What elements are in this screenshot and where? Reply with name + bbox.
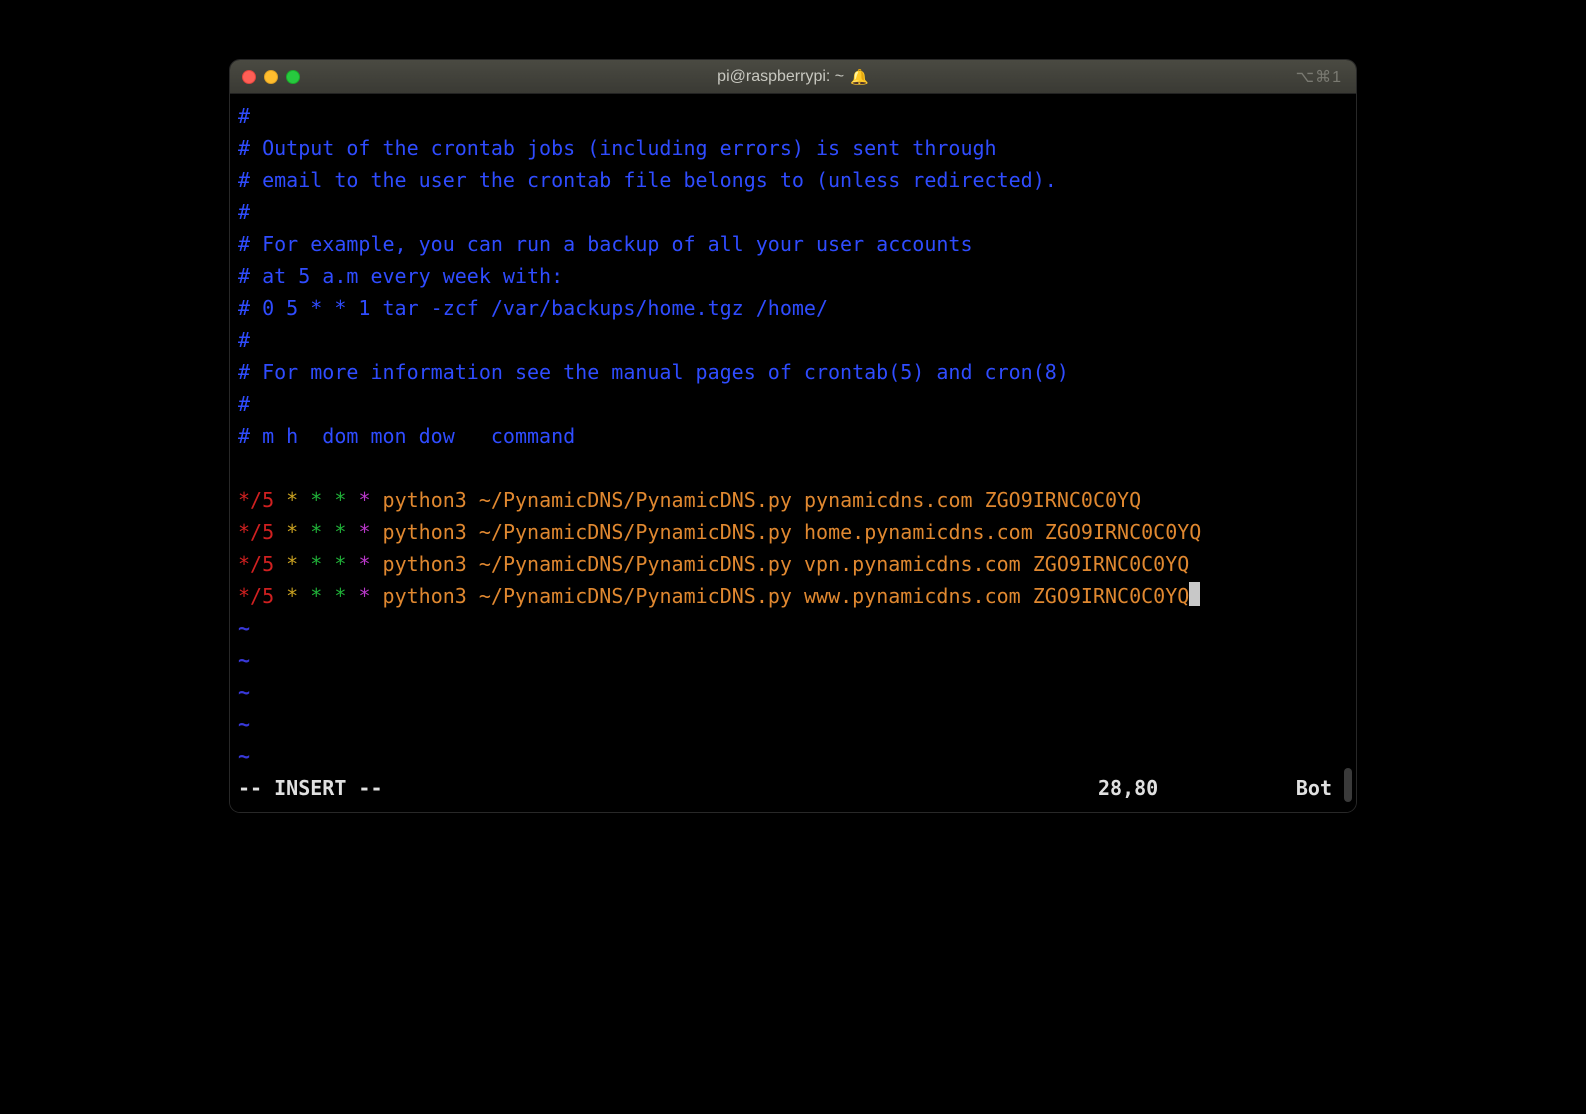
- statusbar-gap: [383, 772, 1099, 804]
- vim-tilde: ~: [238, 644, 1348, 676]
- comment-line: #: [238, 388, 1348, 420]
- traffic-lights: [242, 70, 300, 84]
- cron-mon: *: [334, 520, 346, 544]
- cursor-icon: [1189, 582, 1200, 606]
- cron-minute: */5: [238, 488, 274, 512]
- scrollbar-thumb[interactable]: [1344, 768, 1352, 802]
- comment-line: #: [238, 100, 1348, 132]
- terminal-body[interactable]: # # Output of the crontab jobs (includin…: [230, 94, 1356, 812]
- cron-command: python3 ~/PynamicDNS/PynamicDNS.py home.…: [383, 520, 1202, 544]
- minimize-icon[interactable]: [264, 70, 278, 84]
- vim-mode: -- INSERT --: [238, 772, 383, 804]
- cron-minute: */5: [238, 520, 274, 544]
- cron-dom: *: [310, 488, 322, 512]
- blank-line: [238, 452, 1348, 484]
- cron-dom: *: [310, 520, 322, 544]
- comment-line: # For more information see the manual pa…: [238, 356, 1348, 388]
- cron-mon: *: [334, 488, 346, 512]
- comment-line: # m h dom mon dow command: [238, 420, 1348, 452]
- cron-line: */5 * * * * python3 ~/PynamicDNS/Pynamic…: [238, 580, 1348, 612]
- cron-mon: *: [334, 584, 346, 608]
- close-icon[interactable]: [242, 70, 256, 84]
- maximize-icon[interactable]: [286, 70, 300, 84]
- title-label: pi@raspberrypi: ~: [717, 68, 844, 86]
- terminal-window: pi@raspberrypi: ~ 🔔 ⌥⌘1 # # Output of th…: [230, 60, 1356, 812]
- cron-hour: *: [286, 552, 298, 576]
- comment-line: #: [238, 324, 1348, 356]
- cron-minute: */5: [238, 584, 274, 608]
- vim-scroll: Bot: [1278, 772, 1348, 804]
- comment-line: # at 5 a.m every week with:: [238, 260, 1348, 292]
- vim-position: 28,80: [1098, 772, 1278, 804]
- cron-command: python3 ~/PynamicDNS/PynamicDNS.py vpn.p…: [383, 552, 1190, 576]
- cron-command: python3 ~/PynamicDNS/PynamicDNS.py www.p…: [383, 584, 1190, 608]
- comment-line: # email to the user the crontab file bel…: [238, 164, 1348, 196]
- bell-icon: 🔔: [850, 68, 869, 86]
- cron-line: */5 * * * * python3 ~/PynamicDNS/Pynamic…: [238, 484, 1348, 516]
- vim-statusbar: -- INSERT -- 28,80 Bot: [238, 772, 1348, 804]
- comment-line: #: [238, 196, 1348, 228]
- comment-line: # Output of the crontab jobs (including …: [238, 132, 1348, 164]
- cron-command: python3 ~/PynamicDNS/PynamicDNS.py pynam…: [383, 488, 1142, 512]
- cron-dow: *: [358, 584, 370, 608]
- cron-hour: *: [286, 520, 298, 544]
- vim-tilde: ~: [238, 612, 1348, 644]
- vim-tilde: ~: [238, 740, 1348, 772]
- cron-hour: *: [286, 488, 298, 512]
- vim-tilde: ~: [238, 676, 1348, 708]
- cron-line: */5 * * * * python3 ~/PynamicDNS/Pynamic…: [238, 516, 1348, 548]
- cron-line: */5 * * * * python3 ~/PynamicDNS/Pynamic…: [238, 548, 1348, 580]
- cron-minute: */5: [238, 552, 274, 576]
- window-shortcut: ⌥⌘1: [1296, 67, 1342, 87]
- cron-dow: *: [358, 488, 370, 512]
- comment-line: # For example, you can run a backup of a…: [238, 228, 1348, 260]
- cron-dow: *: [358, 520, 370, 544]
- window-title: pi@raspberrypi: ~ 🔔: [717, 68, 869, 86]
- cron-hour: *: [286, 584, 298, 608]
- comment-line: # 0 5 * * 1 tar -zcf /var/backups/home.t…: [238, 292, 1348, 324]
- cron-mon: *: [334, 552, 346, 576]
- titlebar: pi@raspberrypi: ~ 🔔 ⌥⌘1: [230, 60, 1356, 94]
- cron-dom: *: [310, 584, 322, 608]
- cron-dow: *: [358, 552, 370, 576]
- cron-dom: *: [310, 552, 322, 576]
- vim-tilde: ~: [238, 708, 1348, 740]
